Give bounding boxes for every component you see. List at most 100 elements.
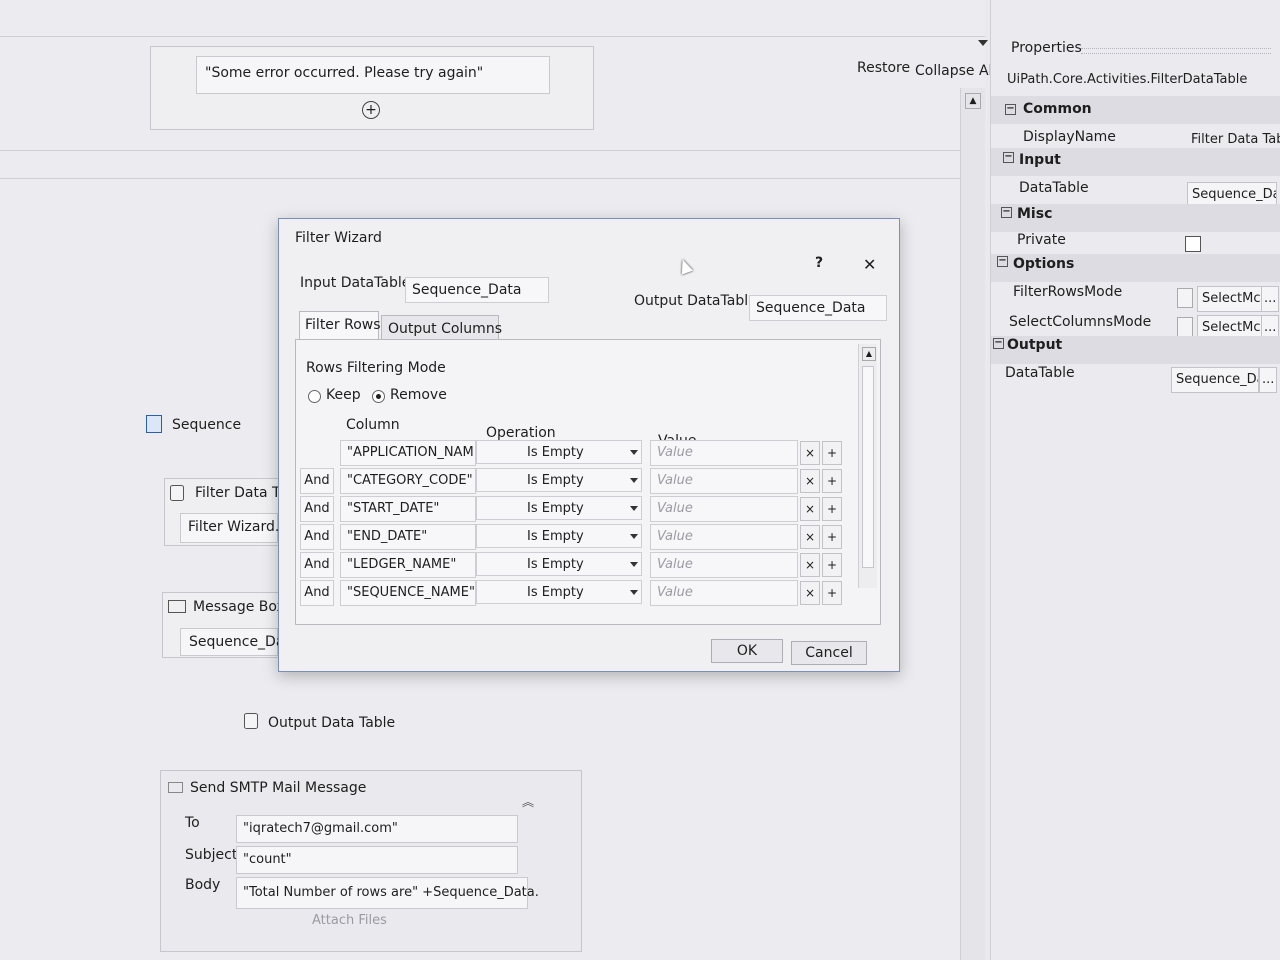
body-field[interactable]: "Total Number of rows are" +Sequence_Dat… <box>236 877 539 909</box>
dropdown-icon[interactable] <box>1177 288 1193 308</box>
conditions-scrollbar[interactable]: ▲ <box>858 344 877 588</box>
remove-condition-button[interactable]: × <box>800 525 820 549</box>
remove-radio[interactable] <box>372 390 385 403</box>
add-condition-button[interactable]: + <box>822 581 842 605</box>
remove-condition-button[interactable]: × <box>800 469 820 493</box>
operation-dropdown[interactable]: Is Empty <box>476 552 642 576</box>
add-activity-icon[interactable]: + <box>362 101 380 119</box>
input-datatable-field[interactable]: Sequence_Data <box>405 277 549 303</box>
prop-output-datatable[interactable]: DataTable Sequence_Da ... <box>991 364 1280 393</box>
remove-condition-button[interactable]: × <box>800 441 820 465</box>
output-datatable-label: Output DataTable <box>634 293 757 309</box>
error-message-field[interactable]: "Some error occurred. Please try again" <box>196 56 550 94</box>
add-condition-button[interactable]: + <box>822 469 842 493</box>
operation-dropdown[interactable]: Is Empty <box>476 440 642 464</box>
scroll-thumb[interactable] <box>862 366 874 568</box>
designer-scrollbar[interactable]: ▲ <box>960 88 985 960</box>
operation-dropdown[interactable]: Is Empty <box>476 496 642 520</box>
value-field[interactable]: Value <box>650 524 798 550</box>
tab-filter-rows[interactable]: Filter Rows <box>299 311 381 340</box>
category-options-label: Options <box>1013 256 1075 272</box>
value-field[interactable]: Value <box>650 580 798 606</box>
tab-filter-rows-label: Filter Rows <box>305 317 381 333</box>
restore-link[interactable]: Restore <box>857 60 910 76</box>
rows-filtering-mode-label: Rows Filtering Mode <box>306 360 446 376</box>
and-connector[interactable]: And <box>300 468 334 494</box>
operation-dropdown[interactable]: Is Empty <box>476 580 642 604</box>
prop-filter-rows-mode[interactable]: FilterRowsMode SelectMc ... <box>991 282 1280 312</box>
category-output[interactable]: − Output <box>991 336 1280 364</box>
column-field[interactable]: "END_DATE" <box>340 524 476 550</box>
message-box-text-field[interactable]: Sequence_Dat <box>180 628 290 656</box>
collapse-chevron-icon[interactable]: ︽ <box>522 793 534 810</box>
to-field[interactable]: "iqratech7@gmail.com" <box>236 815 518 843</box>
value-field[interactable]: Value <box>650 552 798 578</box>
column-field[interactable]: "LEDGER_NAME" <box>340 552 476 578</box>
prop-value[interactable]: Sequence_Da <box>1171 367 1259 393</box>
collapse-all-link[interactable]: Collapse All <box>915 63 996 79</box>
add-condition-button[interactable]: + <box>822 553 842 577</box>
scroll-up-icon[interactable]: ▲ <box>965 93 981 109</box>
and-connector[interactable]: And <box>300 580 334 606</box>
add-condition-button[interactable]: + <box>822 441 842 465</box>
subject-field[interactable]: "count" <box>236 846 518 874</box>
operation-dropdown[interactable]: Is Empty <box>476 524 642 548</box>
category-misc[interactable]: − Misc <box>991 204 1280 232</box>
message-box-text: Sequence_Dat <box>189 634 290 650</box>
column-field[interactable]: "SEQUENCE_NAME" <box>340 580 476 606</box>
remove-label[interactable]: Remove <box>390 387 447 403</box>
scroll-up-icon[interactable]: ▲ <box>862 347 876 361</box>
ellipsis-button[interactable]: ... <box>1259 367 1277 393</box>
keep-radio[interactable] <box>308 390 321 403</box>
category-options[interactable]: − Options <box>991 254 1280 282</box>
and-connector[interactable]: And <box>300 496 334 522</box>
sequence-icon <box>146 415 162 433</box>
operation-dropdown[interactable]: Is Empty <box>476 468 642 492</box>
value-field[interactable]: Value <box>650 468 798 494</box>
attach-files-link[interactable]: Attach Files <box>312 913 387 928</box>
output-datatable-field[interactable]: Sequence_Data <box>749 295 887 321</box>
cancel-button[interactable]: Cancel <box>791 641 867 665</box>
private-checkbox[interactable] <box>1185 236 1201 252</box>
to-label: To <box>185 815 200 831</box>
filter-wizard-button[interactable]: Filter Wizard... <box>180 513 288 543</box>
column-field[interactable]: "START_DATE" <box>340 496 476 522</box>
add-condition-button[interactable]: + <box>822 525 842 549</box>
prop-input-datatable[interactable]: DataTable Sequence_Da <box>991 176 1280 208</box>
collapse-icon[interactable]: − <box>1001 207 1012 218</box>
remove-condition-button[interactable]: × <box>800 553 820 577</box>
sequence-label[interactable]: Sequence <box>172 417 241 433</box>
collapse-icon[interactable]: − <box>1005 104 1016 115</box>
properties-header: Properties <box>1011 40 1082 56</box>
prop-value[interactable]: Filter Data Tab <box>1191 132 1280 147</box>
help-button[interactable]: ? <box>815 255 823 271</box>
and-connector[interactable]: And <box>300 552 334 578</box>
message-box-label: Message Box <box>193 599 285 615</box>
value-field[interactable]: Value <box>650 496 798 522</box>
category-misc-label: Misc <box>1017 206 1053 222</box>
collapse-icon[interactable]: − <box>993 338 1004 349</box>
collapse-icon[interactable]: − <box>1003 152 1014 163</box>
ellipsis-button[interactable]: ... <box>1261 286 1279 312</box>
output-data-table-label[interactable]: Output Data Table <box>268 715 395 731</box>
keep-label[interactable]: Keep <box>326 387 361 403</box>
ok-button[interactable]: OK <box>711 639 783 663</box>
tab-output-columns[interactable]: Output Columns <box>381 315 502 342</box>
add-condition-button[interactable]: + <box>822 497 842 521</box>
and-connector[interactable]: And <box>300 524 334 550</box>
collapse-icon[interactable]: − <box>997 256 1008 267</box>
close-button[interactable]: ✕ <box>863 255 876 274</box>
prop-value[interactable]: SelectMc <box>1197 286 1263 312</box>
dropdown-arrow-icon[interactable] <box>978 40 988 46</box>
category-common[interactable]: − Common <box>991 96 1280 124</box>
dropdown-icon[interactable] <box>1177 317 1193 337</box>
filter-wizard-button-label: Filter Wizard... <box>188 519 289 535</box>
category-common-label: Common <box>1023 101 1092 117</box>
value-field[interactable]: Value <box>650 440 798 466</box>
remove-condition-button[interactable]: × <box>800 497 820 521</box>
category-input[interactable]: − Input <box>991 148 1280 176</box>
remove-condition-button[interactable]: × <box>800 581 820 605</box>
column-field[interactable]: "CATEGORY_CODE" <box>340 468 476 494</box>
column-field[interactable]: "APPLICATION_NAM <box>340 440 476 466</box>
database-icon <box>170 485 184 501</box>
